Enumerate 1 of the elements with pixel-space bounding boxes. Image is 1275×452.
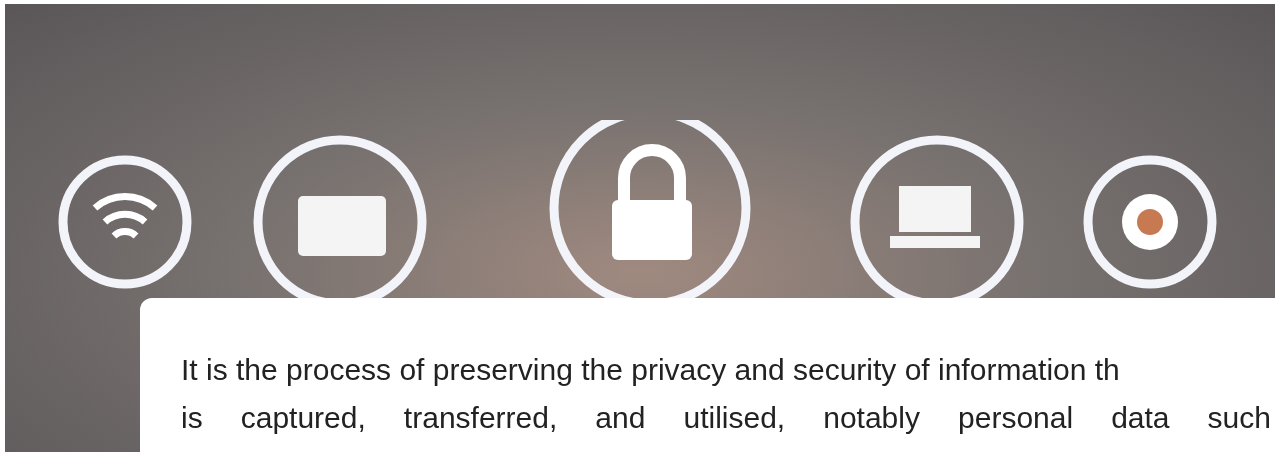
article-paragraph: It is the process of preserving the privacy and security of information th is captured, transferred, and utilised, notably personal data such xyxy=(181,352,1271,436)
